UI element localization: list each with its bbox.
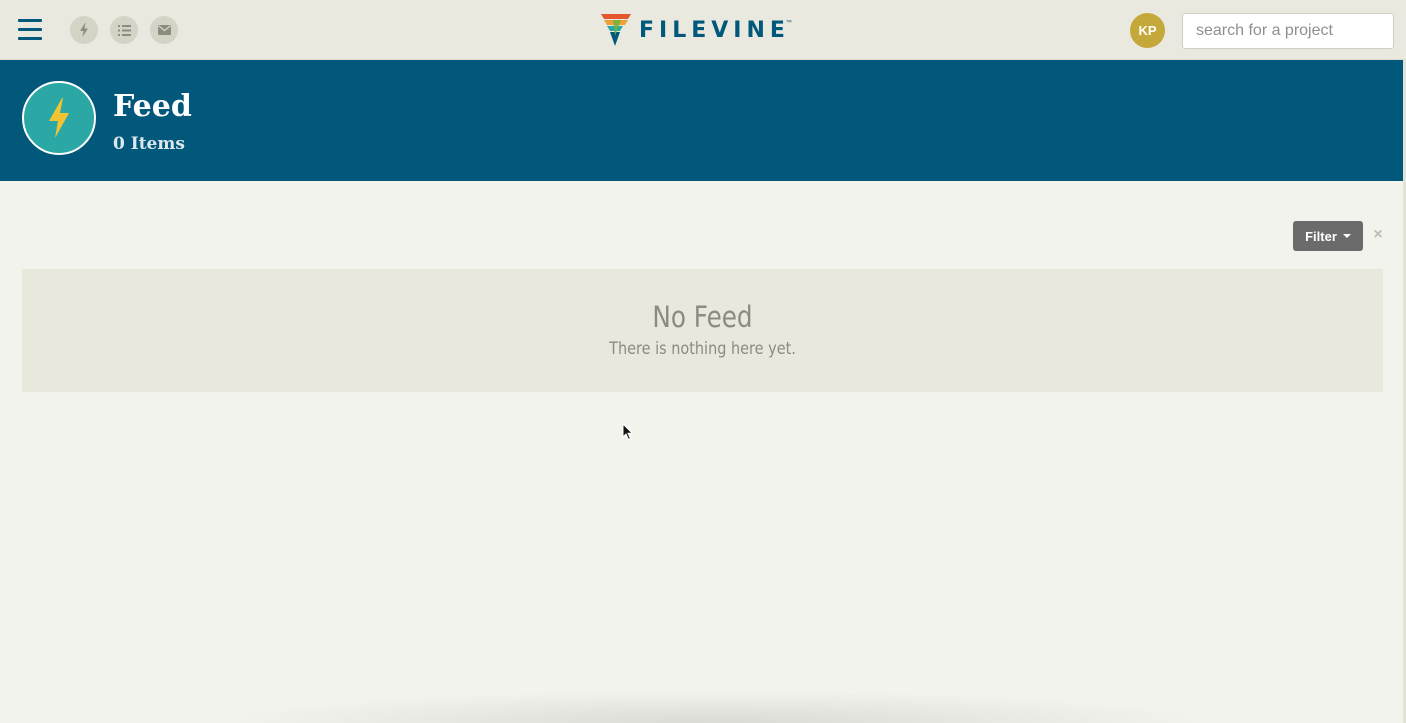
lightning-icon: [22, 81, 96, 155]
empty-state-message: There is nothing here yet.: [609, 339, 796, 359]
clear-filter-close-icon[interactable]: ×: [1371, 227, 1385, 243]
item-count: 0 Items: [113, 134, 185, 154]
filter-dropdown-button[interactable]: Filter: [1293, 221, 1363, 251]
bottom-shadow: [220, 690, 1210, 723]
empty-state-title: No Feed: [652, 300, 753, 334]
filevine-logo-mark-icon: [601, 14, 631, 46]
top-bar: FILEVINE ™ KP: [0, 0, 1406, 60]
filevine-logo[interactable]: FILEVINE ™: [601, 14, 792, 46]
mouse-pointer-icon: [622, 423, 634, 441]
user-avatar[interactable]: KP: [1130, 13, 1165, 48]
empty-feed-panel: No Feed There is nothing here yet.: [22, 269, 1383, 392]
filter-label: Filter: [1305, 228, 1337, 244]
logo-text: FILEVINE: [639, 17, 790, 43]
feed-icon[interactable]: [70, 16, 98, 44]
hamburger-menu-icon[interactable]: [18, 19, 42, 41]
project-search-input[interactable]: [1182, 13, 1394, 49]
mail-icon[interactable]: [150, 16, 178, 44]
logo-trademark: ™: [785, 20, 792, 26]
page-title: Feed: [113, 89, 192, 124]
page-header: Feed 0 Items: [0, 60, 1406, 181]
caret-down-icon: [1342, 234, 1351, 238]
list-icon[interactable]: [110, 16, 138, 44]
